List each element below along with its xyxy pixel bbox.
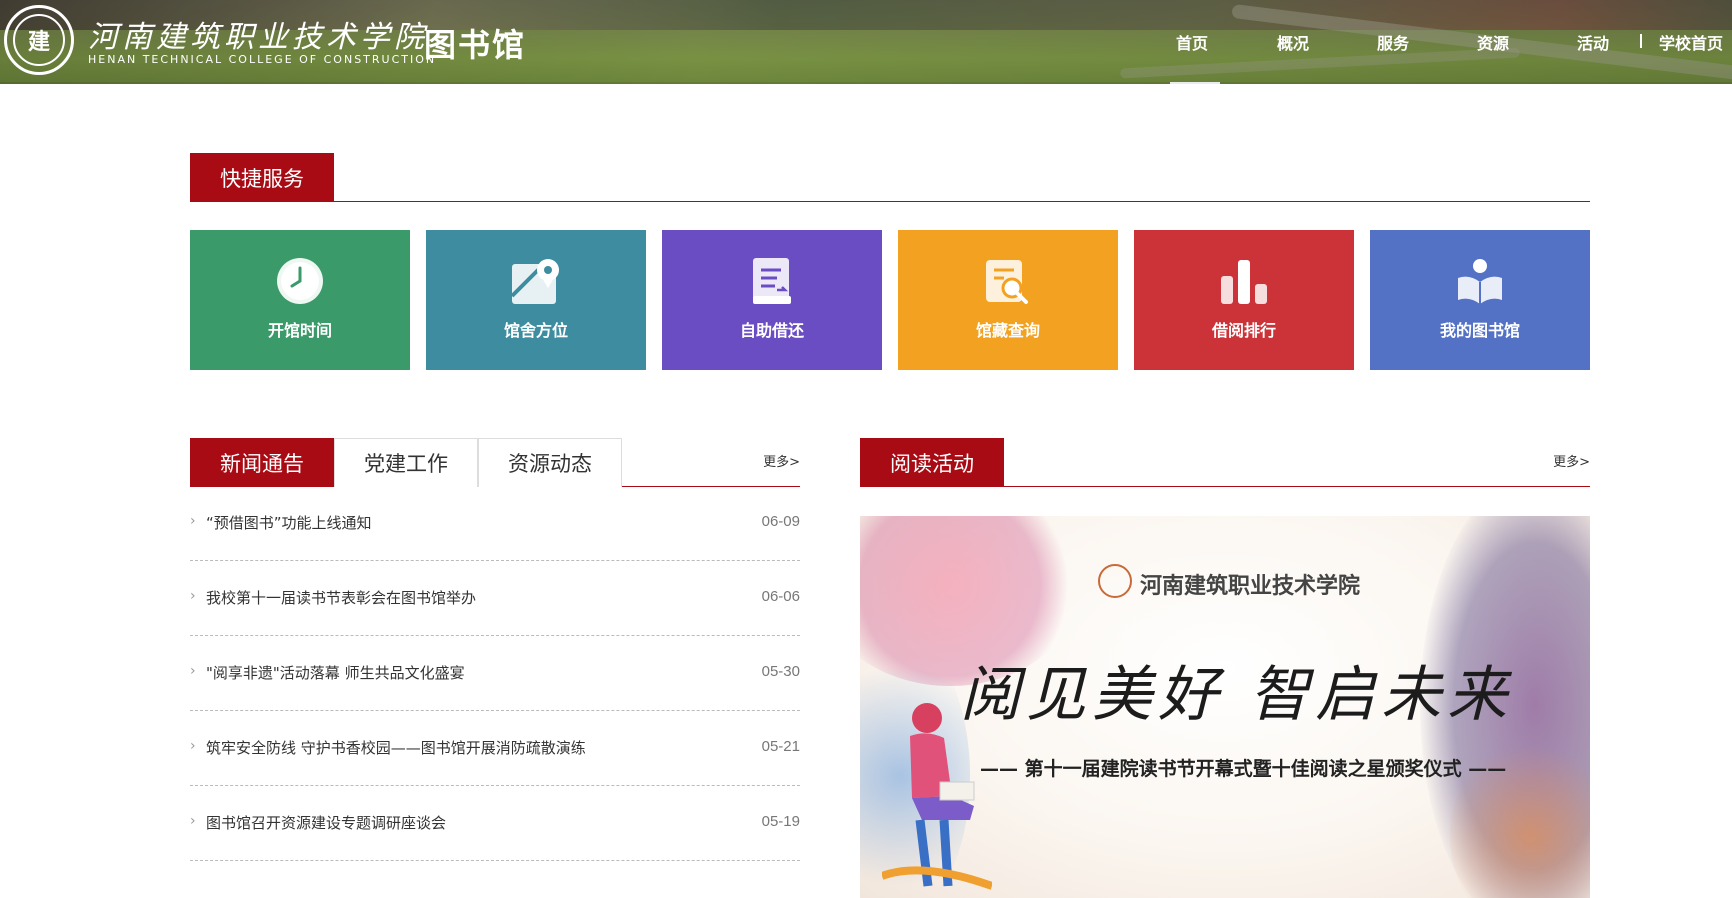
chevron-right-icon: › — [190, 663, 196, 679]
clock-icon — [274, 255, 326, 307]
news-title: “预借图书”功能上线通知 — [206, 514, 372, 532]
reading-title: 阅读活动 — [860, 438, 1004, 487]
reading-more-link[interactable]: 更多> — [1553, 451, 1590, 470]
nav-divider — [1640, 34, 1642, 48]
news-date: 06-06 — [761, 588, 800, 605]
news-title: "阅享非遗"活动落幕 师生共品文化盛宴 — [206, 664, 465, 682]
map-pin-icon — [510, 255, 562, 307]
nav-school-home[interactable]: 学校首页 — [1659, 30, 1723, 54]
news-more-link[interactable]: 更多> — [763, 451, 800, 470]
news-date: 06-09 — [761, 513, 800, 530]
book-return-icon — [746, 255, 798, 307]
news-title: 我校第十一届读书节表彰会在图书馆举办 — [206, 589, 477, 607]
nav-services[interactable]: 服务 — [1377, 30, 1409, 54]
tile-label: 开馆时间 — [267, 321, 332, 340]
quick-services-title: 快捷服务 — [190, 153, 334, 202]
news-date: 05-21 — [761, 738, 800, 755]
chevron-right-icon: › — [190, 813, 196, 829]
tile-borrow-ranking[interactable]: 借阅排行 — [1134, 230, 1354, 370]
reading-activity-poster[interactable]: 河南建筑职业技术学院 阅见美好 智启未来 —— 第十一届建院读书节开幕式暨十佳阅… — [860, 516, 1590, 898]
nav-home[interactable]: 首页 — [1176, 30, 1208, 54]
news-title: 筑牢安全防线 守护书香校园——图书馆开展消防疏散演练 — [206, 739, 586, 757]
news-item[interactable]: › 我校第十一届读书节表彰会在图书馆举办 06-06 — [190, 561, 800, 636]
tile-catalog-search[interactable]: 馆藏查询 — [898, 230, 1118, 370]
tile-my-library[interactable]: 我的图书馆 — [1370, 230, 1590, 370]
news-date: 05-19 — [761, 813, 800, 830]
tile-self-service-borrow[interactable]: 自助借还 — [662, 230, 882, 370]
news-item[interactable]: › “预借图书”功能上线通知 06-09 — [190, 486, 800, 561]
site-header: 建 河南建筑职业技术学院 HENAN TECHNICAL COLLEGE OF … — [0, 0, 1732, 84]
tile-label: 借阅排行 — [1211, 321, 1276, 340]
poster-subtitle: —— 第十一届建院读书节开幕式暨十佳阅读之星颁奖仪式 —— — [980, 758, 1507, 780]
main-nav: 首页 概况 服务 资源 活动 学校首页 — [0, 30, 1732, 84]
chevron-right-icon: › — [190, 513, 196, 529]
news-title: 图书馆召开资源建设专题调研座谈会 — [206, 814, 447, 832]
nav-activities[interactable]: 活动 — [1577, 30, 1609, 54]
news-date: 05-30 — [761, 663, 800, 680]
tab-party-building[interactable]: 党建工作 — [334, 438, 478, 487]
tile-opening-hours[interactable]: 开馆时间 — [190, 230, 410, 370]
poster-slogan: 阅见美好 智启未来 — [960, 660, 1514, 730]
tile-label: 馆舍方位 — [503, 321, 568, 340]
reading-header: 阅读活动 更多> — [860, 437, 1590, 487]
chevron-right-icon: › — [190, 588, 196, 604]
bar-chart-icon — [1218, 255, 1270, 307]
college-seal-icon — [1098, 564, 1132, 598]
search-doc-icon — [982, 255, 1034, 307]
reader-icon — [1454, 255, 1506, 307]
tab-resource-updates[interactable]: 资源动态 — [478, 438, 622, 487]
tile-label: 馆藏查询 — [975, 321, 1040, 340]
tile-location[interactable]: 馆舍方位 — [426, 230, 646, 370]
news-header: 新闻通告 党建工作 资源动态 更多> — [190, 437, 800, 487]
news-item[interactable]: › 筑牢安全防线 守护书香校园——图书馆开展消防疏散演练 05-21 — [190, 711, 800, 786]
chevron-right-icon: › — [190, 738, 196, 754]
news-item[interactable]: › 图书馆召开资源建设专题调研座谈会 05-19 — [190, 786, 800, 861]
tab-news[interactable]: 新闻通告 — [190, 438, 334, 487]
tile-label: 我的图书馆 — [1439, 321, 1520, 340]
nav-resources[interactable]: 资源 — [1477, 30, 1509, 54]
quick-services-header: 快捷服务 — [190, 152, 1590, 202]
news-item[interactable]: › "阅享非遗"活动落幕 师生共品文化盛宴 05-30 — [190, 636, 800, 711]
tile-label: 自助借还 — [739, 321, 804, 340]
poster-college-name: 河南建筑职业技术学院 — [1140, 574, 1361, 599]
nav-overview[interactable]: 概况 — [1277, 30, 1309, 54]
